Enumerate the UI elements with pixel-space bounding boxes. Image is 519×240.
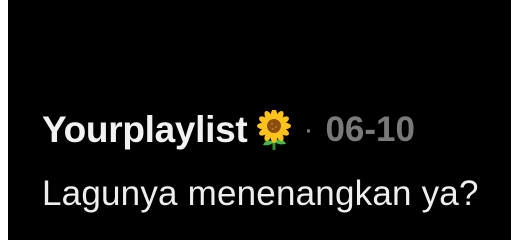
sunflower-icon (257, 109, 292, 151)
left-white-edge (0, 0, 8, 240)
comment-username[interactable]: Yourplaylist (42, 109, 248, 151)
comment-date: 06-10 (325, 110, 415, 149)
right-white-edge (511, 0, 519, 240)
comment-text: Lagunya menenangkan ya? (42, 174, 479, 213)
comment-meta-row: Yourplaylist · 06-10 (42, 106, 505, 154)
comment-screen: Yourplaylist · 06-10 Lagunya menenangkan… (0, 0, 519, 240)
meta-separator: · (303, 113, 314, 146)
comment-item: Yourplaylist · 06-10 Lagunya menenangkan… (42, 106, 505, 214)
